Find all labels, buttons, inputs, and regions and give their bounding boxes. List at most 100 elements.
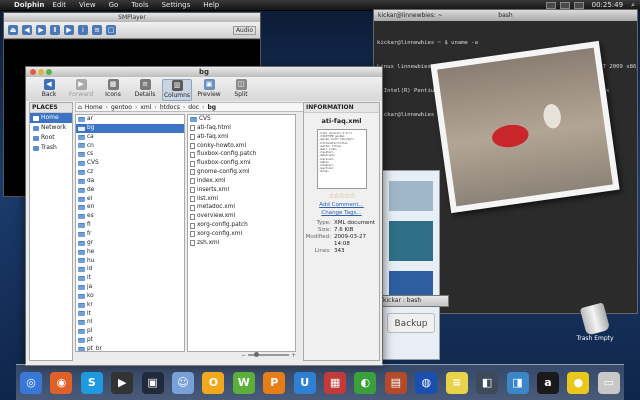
folder-item[interactable]: it <box>76 274 184 283</box>
zoom-slider-handle[interactable] <box>254 352 260 357</box>
finder-icon[interactable]: ☺ <box>172 371 195 394</box>
file-item[interactable]: gnome-config.xml <box>188 168 295 177</box>
rewind-icon[interactable]: ◀ <box>22 25 32 35</box>
breadcrumb-home-icon[interactable]: ⌂ <box>78 104 82 111</box>
breadcrumb-bg[interactable]: bg <box>207 104 216 111</box>
folder-item[interactable]: he <box>76 248 184 257</box>
file-item[interactable]: xorg-config.patch <box>188 221 295 230</box>
clock[interactable]: 00:25:49 <box>592 1 623 9</box>
breadcrumb-doc[interactable]: doc <box>188 104 199 111</box>
skype-icon[interactable]: S <box>80 371 103 394</box>
forward-icon[interactable]: ▶ <box>64 25 74 35</box>
view-columns-button[interactable]: ▥ Columns <box>162 79 192 101</box>
office-icon-4[interactable]: U <box>293 371 316 394</box>
fullscreen-icon[interactable]: ▢ <box>106 25 116 35</box>
gift-icon[interactable]: ▦ <box>324 371 347 394</box>
file-item[interactable]: fluxbox-config.xml <box>188 159 295 168</box>
file-item[interactable]: ati-faq.html <box>188 124 295 133</box>
folder-item[interactable]: gr <box>76 239 184 248</box>
zoom-slider[interactable]: − + <box>241 352 296 359</box>
place-root[interactable]: Root <box>30 133 72 143</box>
view-details-button[interactable]: ≡ Details <box>130 79 160 101</box>
backup-label[interactable]: Backup <box>387 313 435 333</box>
split-button[interactable]: ◫ Split <box>226 79 256 101</box>
amazon-icon[interactable]: a <box>536 371 559 394</box>
app-menu-dolphin[interactable]: Dolphin <box>14 1 44 9</box>
folder-item[interactable]: hu <box>76 257 184 266</box>
menu-settings[interactable]: Settings <box>162 1 191 9</box>
folder-item[interactable]: ca <box>76 133 184 142</box>
folder-item[interactable]: ja <box>76 283 184 292</box>
folder-item[interactable]: cn <box>76 142 184 151</box>
change-tags-link[interactable]: Change Tags... <box>304 210 379 216</box>
file-item[interactable]: inserts.xml <box>188 186 295 195</box>
folder-item[interactable]: fr <box>76 230 184 239</box>
place-network[interactable]: Network <box>30 123 72 133</box>
playlist-icon[interactable]: ≡ <box>92 25 102 35</box>
breadcrumb-xml[interactable]: xml <box>140 104 151 111</box>
view-icons-button[interactable]: ▦ Icons <box>98 79 128 101</box>
firefox-icon[interactable]: ◉ <box>50 371 73 394</box>
folder-item[interactable]: de <box>76 186 184 195</box>
breadcrumb-gentoo[interactable]: gentoo <box>111 104 132 111</box>
folder-item[interactable]: bg <box>76 123 184 133</box>
photo-frame-widget[interactable] <box>430 40 620 214</box>
office-icon-1[interactable]: O <box>202 371 225 394</box>
folder-item[interactable]: id <box>76 265 184 274</box>
folder-item[interactable]: cz <box>76 168 184 177</box>
folder-item[interactable]: CVS <box>188 115 295 124</box>
background-window[interactable]: Backup <box>380 170 440 360</box>
menu-edit[interactable]: Edit <box>52 1 66 9</box>
file-item[interactable]: conky-howto.xml <box>188 142 295 151</box>
tray-network-icon[interactable] <box>545 1 556 9</box>
file-item[interactable]: xorg-config.xml <box>188 230 295 239</box>
zoom-in-icon[interactable]: + <box>291 352 296 359</box>
notes-icon[interactable]: ≡ <box>445 371 468 394</box>
back-button[interactable]: ◀ Back <box>34 79 64 101</box>
chat-icon[interactable]: ◐ <box>354 371 377 394</box>
play-icon[interactable]: ▶ <box>36 25 46 35</box>
folder-item[interactable]: CVS <box>76 159 184 168</box>
file-item[interactable]: list.xml <box>188 195 295 204</box>
file-item[interactable]: fluxbox-config.patch <box>188 150 295 159</box>
smplayer-titlebar[interactable]: SMPlayer <box>4 13 260 22</box>
desktop-trash[interactable]: Trash Empty <box>575 302 615 355</box>
add-comment-link[interactable]: Add Comment... <box>304 202 379 208</box>
minimize-button[interactable] <box>38 69 44 75</box>
network-icon[interactable]: ◨ <box>506 371 529 394</box>
forward-button[interactable]: ▶ Forward <box>66 79 96 101</box>
folder-item[interactable]: ko <box>76 292 184 301</box>
folder-item[interactable]: en <box>76 203 184 212</box>
mini-terminal-titlebar[interactable]: kickar : bash <box>379 295 449 307</box>
folder-item[interactable]: pl <box>76 327 184 336</box>
menu-help[interactable]: Help <box>203 1 219 9</box>
close-button[interactable] <box>30 69 36 75</box>
audio-menu[interactable]: Audio <box>232 25 256 35</box>
zoom-out-icon[interactable]: − <box>241 352 246 359</box>
monitor-icon[interactable]: ▣ <box>141 371 164 394</box>
maximize-button[interactable] <box>46 69 52 75</box>
eject-icon[interactable]: ⏏ <box>8 25 18 35</box>
folder-item[interactable]: kr <box>76 301 184 310</box>
pause-icon[interactable]: Ⅱ <box>50 25 60 35</box>
folder-item[interactable]: pt_br <box>76 345 184 351</box>
folder-item[interactable]: da <box>76 177 184 186</box>
firewall-icon[interactable]: ▤ <box>384 371 407 394</box>
place-home[interactable]: Home <box>30 113 72 123</box>
file-item[interactable]: ati-faq.xml <box>188 133 295 142</box>
info-icon[interactable]: i <box>78 25 88 35</box>
computer-icon[interactable]: ▭ <box>597 371 620 394</box>
file-item[interactable]: overview.xml <box>188 212 295 221</box>
folder-item[interactable]: ar <box>76 115 184 124</box>
place-trash[interactable]: Trash <box>30 143 72 153</box>
file-item[interactable]: index.xml <box>188 177 295 186</box>
file-item[interactable]: zsh.xml <box>188 239 295 248</box>
terminal-titlebar[interactable]: kickar@linnewbies: ~ bash <box>374 10 637 21</box>
folder-item[interactable]: el <box>76 195 184 204</box>
folder-item[interactable]: cs <box>76 150 184 159</box>
tray-volume-icon[interactable] <box>573 1 584 9</box>
folder-item[interactable]: pt <box>76 336 184 345</box>
rating-stars[interactable]: ☆☆☆☆☆ <box>304 192 379 200</box>
mixer-icon[interactable]: ◧ <box>476 371 499 394</box>
clapper-icon[interactable]: ▶ <box>111 371 134 394</box>
